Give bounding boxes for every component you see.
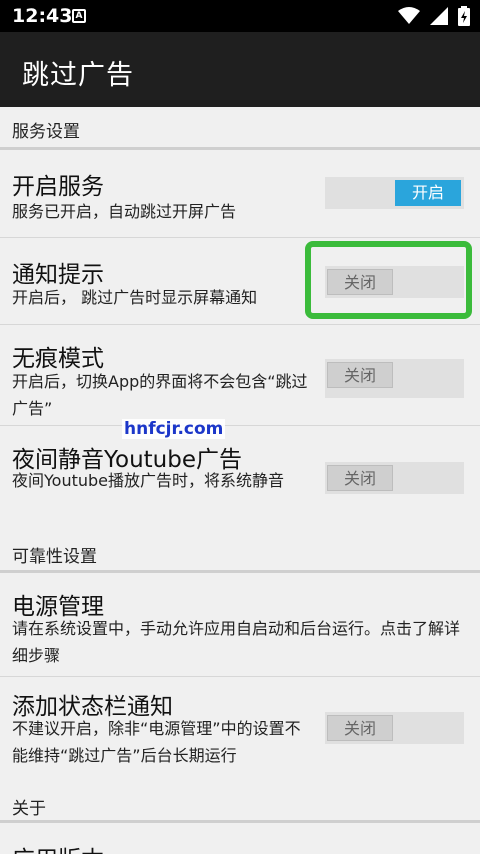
incognito-toggle[interactable]: 关闭 bbox=[325, 359, 464, 391]
row-subtitle: 不建议开启，除非“电源管理”中的设置不能维持“跳过广告”后台长期运行 bbox=[12, 719, 301, 765]
row-subtitle: 夜间Youtube播放广告时，将系统静音 bbox=[12, 471, 284, 490]
settings-list[interactable]: 服务设置 开启服务 服务已开启，自动跳过开屏广告 开启 通知提示 开启后， 跳过… bbox=[0, 107, 480, 854]
watermark: hnfcjr.com bbox=[122, 419, 226, 439]
row-incognito[interactable]: 无痕模式 开启后，切换App的界面将不会包含“跳过广告” 关闭 bbox=[0, 325, 480, 425]
toggle-label: 关闭 bbox=[327, 715, 393, 741]
app-title: 跳过广告 bbox=[22, 60, 134, 91]
section-header-service: 服务设置 bbox=[0, 107, 480, 147]
night-mute-toggle[interactable]: 关闭 bbox=[325, 462, 464, 494]
toggle-label: 关闭 bbox=[327, 465, 393, 491]
status-icons bbox=[398, 6, 470, 26]
app-bar: 跳过广告 bbox=[0, 32, 480, 107]
section-title: 服务设置 bbox=[12, 122, 80, 142]
status-time: 12:43 bbox=[12, 5, 73, 27]
highlight-box bbox=[305, 241, 472, 319]
toggle-label: 开启 bbox=[395, 180, 461, 206]
toggle-label: 关闭 bbox=[327, 362, 393, 388]
status-notify-toggle[interactable]: 关闭 bbox=[325, 712, 464, 744]
wifi-icon bbox=[398, 7, 420, 24]
row-subtitle: 服务已开启，自动跳过开屏广告 bbox=[12, 202, 237, 221]
row-start-service[interactable]: 开启服务 服务已开启，自动跳过开屏广告 开启 bbox=[0, 150, 480, 237]
row-night-mute[interactable]: 夜间静音Youtube广告 夜间Youtube播放广告时，将系统静音 关闭 bbox=[0, 426, 480, 532]
section-title: 关于 bbox=[12, 799, 46, 819]
section-header-reliability: 可靠性设置 bbox=[0, 532, 480, 572]
section-title: 可靠性设置 bbox=[12, 547, 97, 567]
notification-a-icon: A bbox=[72, 9, 86, 23]
row-title: 应用版本 bbox=[12, 840, 104, 854]
row-title: 开启服务 bbox=[12, 174, 104, 200]
signal-icon bbox=[430, 7, 448, 25]
section-header-about: 关于 bbox=[0, 784, 480, 824]
row-subtitle: 开启后，切换App的界面将不会包含“跳过广告” bbox=[12, 372, 308, 418]
row-subtitle: 开启后， 跳过广告时显示屏幕通知 bbox=[12, 288, 258, 307]
status-bar: 12:43 A bbox=[0, 0, 480, 32]
start-service-toggle[interactable]: 开启 bbox=[325, 177, 464, 209]
row-app-version[interactable]: 应用版本 bbox=[0, 823, 480, 854]
row-status-notify[interactable]: 添加状态栏通知 不建议开启，除非“电源管理”中的设置不能维持“跳过广告”后台长期… bbox=[0, 677, 480, 785]
row-power-management[interactable]: 电源管理 请在系统设置中，手动允许应用自启动和后台运行。点击了解详细步骤 bbox=[0, 573, 480, 676]
row-subtitle: 请在系统设置中，手动允许应用自启动和后台运行。点击了解详细步骤 bbox=[12, 619, 461, 665]
battery-icon bbox=[458, 6, 470, 26]
